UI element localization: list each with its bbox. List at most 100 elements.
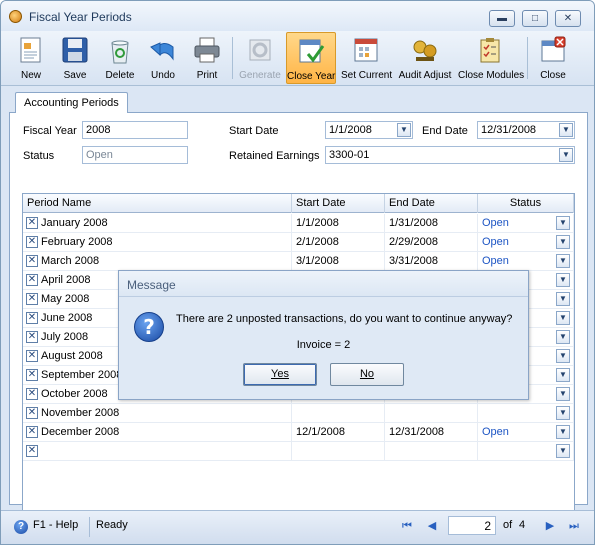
column-header-end-date[interactable]: End Date — [385, 194, 478, 213]
delete-row-icon[interactable]: ✕ — [26, 445, 38, 457]
delete-row-icon[interactable]: ✕ — [26, 369, 38, 381]
minimize-button[interactable]: ▬ — [489, 10, 515, 27]
delete-button[interactable]: Delete — [101, 32, 139, 84]
audit-adjust-label: Audit Adjust — [398, 70, 452, 81]
chevron-down-icon[interactable]: ▼ — [556, 368, 570, 382]
help-shortcut-text[interactable]: F1 - Help — [33, 519, 78, 531]
delete-row-icon[interactable]: ✕ — [26, 293, 38, 305]
cell-status[interactable]: Open ▼ — [478, 252, 574, 271]
delete-row-icon[interactable]: ✕ — [26, 350, 38, 362]
chevron-down-icon[interactable]: ▼ — [556, 425, 570, 439]
chevron-down-icon[interactable]: ▼ — [556, 235, 570, 249]
period-name-text: August 2008 — [41, 350, 103, 362]
chevron-down-icon[interactable]: ▼ — [556, 406, 570, 420]
set-current-calendar-icon — [351, 35, 381, 65]
delete-row-icon[interactable]: ✕ — [26, 426, 38, 438]
cell-start-date[interactable]: 12/1/2008 — [292, 423, 385, 442]
fiscal-year-label: Fiscal Year — [23, 125, 77, 137]
cell-period-name[interactable]: ✕ March 2008 — [23, 252, 292, 271]
chevron-down-icon[interactable]: ▼ — [559, 148, 573, 162]
cell-period-name[interactable]: ✕ November 2008 — [23, 404, 292, 423]
chevron-down-icon[interactable]: ▼ — [556, 311, 570, 325]
chevron-down-icon[interactable]: ▼ — [556, 330, 570, 344]
close-year-button[interactable]: Close Year — [286, 32, 336, 84]
set-current-label: Set Current — [341, 70, 393, 81]
cell-end-date[interactable]: 12/31/2008 — [385, 423, 478, 442]
table-row[interactable]: ✕ February 2008 2/1/2008 2/29/2008 Open ▼ — [23, 233, 574, 252]
previous-page-icon[interactable]: ◀ — [425, 519, 439, 533]
cell-end-date[interactable]: 2/29/2008 — [385, 233, 478, 252]
last-page-icon[interactable]: ⏭ — [567, 519, 581, 533]
delete-row-icon[interactable]: ✕ — [26, 255, 38, 267]
cell-period-name[interactable]: ✕ January 2008 — [23, 214, 292, 233]
chevron-down-icon[interactable]: ▼ — [556, 273, 570, 287]
chevron-down-icon[interactable]: ▼ — [556, 387, 570, 401]
first-page-icon[interactable]: ⏮ — [400, 519, 414, 533]
cell-start-date[interactable]: 2/1/2008 — [292, 233, 385, 252]
chevron-down-icon[interactable]: ▼ — [556, 254, 570, 268]
yes-button[interactable]: Yes — [243, 363, 317, 386]
table-row[interactable]: ✕ ▼ — [23, 442, 574, 461]
end-date-picker[interactable]: 12/31/2008 ▼ — [477, 121, 575, 139]
help-icon[interactable]: ? — [14, 520, 28, 534]
close-button[interactable]: Close — [534, 32, 572, 84]
cell-end-date[interactable]: 1/31/2008 — [385, 214, 478, 233]
table-row[interactable]: ✕ November 2008 ▼ — [23, 404, 574, 423]
set-current-button[interactable]: Set Current — [341, 32, 393, 84]
column-header-period-name[interactable]: Period Name — [23, 194, 292, 213]
delete-row-icon[interactable]: ✕ — [26, 407, 38, 419]
cell-status[interactable]: ▼ — [478, 404, 574, 423]
chevron-down-icon[interactable]: ▼ — [397, 123, 411, 137]
cell-start-date[interactable]: 1/1/2008 — [292, 214, 385, 233]
new-button[interactable]: New — [13, 32, 49, 84]
dialog-title: Message — [119, 271, 528, 297]
generate-button[interactable]: Generate — [239, 32, 281, 84]
maximize-button[interactable]: □ — [522, 10, 548, 27]
table-row[interactable]: ✕ March 2008 3/1/2008 3/31/2008 Open ▼ — [23, 252, 574, 271]
fiscal-year-field[interactable]: 2008 — [82, 121, 188, 139]
audit-adjust-button[interactable]: Audit Adjust — [397, 32, 453, 84]
retained-earnings-dropdown[interactable]: 3300-01 ▼ — [325, 146, 575, 164]
table-row[interactable]: ✕ December 2008 12/1/2008 12/31/2008 Open ▼ — [23, 423, 574, 442]
chevron-down-icon[interactable]: ▼ — [556, 292, 570, 306]
cell-period-name[interactable]: ✕ December 2008 — [23, 423, 292, 442]
cell-start-date[interactable] — [292, 404, 385, 423]
delete-row-icon[interactable]: ✕ — [26, 217, 38, 229]
no-button[interactable]: No — [330, 363, 404, 386]
undo-button[interactable]: Undo — [146, 32, 180, 84]
delete-row-icon[interactable]: ✕ — [26, 312, 38, 324]
table-row[interactable]: ✕ January 2008 1/1/2008 1/31/2008 Open ▼ — [23, 214, 574, 233]
save-button[interactable]: Save — [57, 32, 93, 84]
dialog-body: ? There are 2 unposted transactions, do … — [119, 297, 528, 399]
chevron-down-icon[interactable]: ▼ — [556, 349, 570, 363]
delete-row-icon[interactable]: ✕ — [26, 274, 38, 286]
delete-row-icon[interactable]: ✕ — [26, 331, 38, 343]
next-page-icon[interactable]: ▶ — [543, 519, 557, 533]
column-header-start-date[interactable]: Start Date — [292, 194, 385, 213]
delete-row-icon[interactable]: ✕ — [26, 388, 38, 400]
cell-end-date[interactable] — [385, 442, 478, 461]
cell-period-name[interactable]: ✕ February 2008 — [23, 233, 292, 252]
cell-end-date[interactable]: 3/31/2008 — [385, 252, 478, 271]
cell-start-date[interactable] — [292, 442, 385, 461]
print-button[interactable]: Print — [189, 32, 225, 84]
period-name-text: February 2008 — [41, 236, 113, 248]
cell-status[interactable]: ▼ — [478, 442, 574, 461]
start-date-picker[interactable]: 1/1/2008 ▼ — [325, 121, 413, 139]
close-window-button[interactable]: ✕ — [555, 10, 581, 27]
cell-period-name[interactable]: ✕ — [23, 442, 292, 461]
cell-end-date[interactable] — [385, 404, 478, 423]
tab-accounting-periods[interactable]: Accounting Periods — [15, 92, 128, 113]
close-modules-button[interactable]: Close Modules — [458, 32, 524, 84]
column-header-status[interactable]: Status — [478, 194, 574, 213]
cell-status[interactable]: Open ▼ — [478, 214, 574, 233]
page-number-input[interactable]: 2 — [448, 516, 496, 535]
cell-status[interactable]: Open ▼ — [478, 233, 574, 252]
delete-row-icon[interactable]: ✕ — [26, 236, 38, 248]
toolbar-separator — [232, 37, 233, 79]
cell-start-date[interactable]: 3/1/2008 — [292, 252, 385, 271]
cell-status[interactable]: Open ▼ — [478, 423, 574, 442]
chevron-down-icon[interactable]: ▼ — [556, 444, 570, 458]
chevron-down-icon[interactable]: ▼ — [559, 123, 573, 137]
chevron-down-icon[interactable]: ▼ — [556, 216, 570, 230]
